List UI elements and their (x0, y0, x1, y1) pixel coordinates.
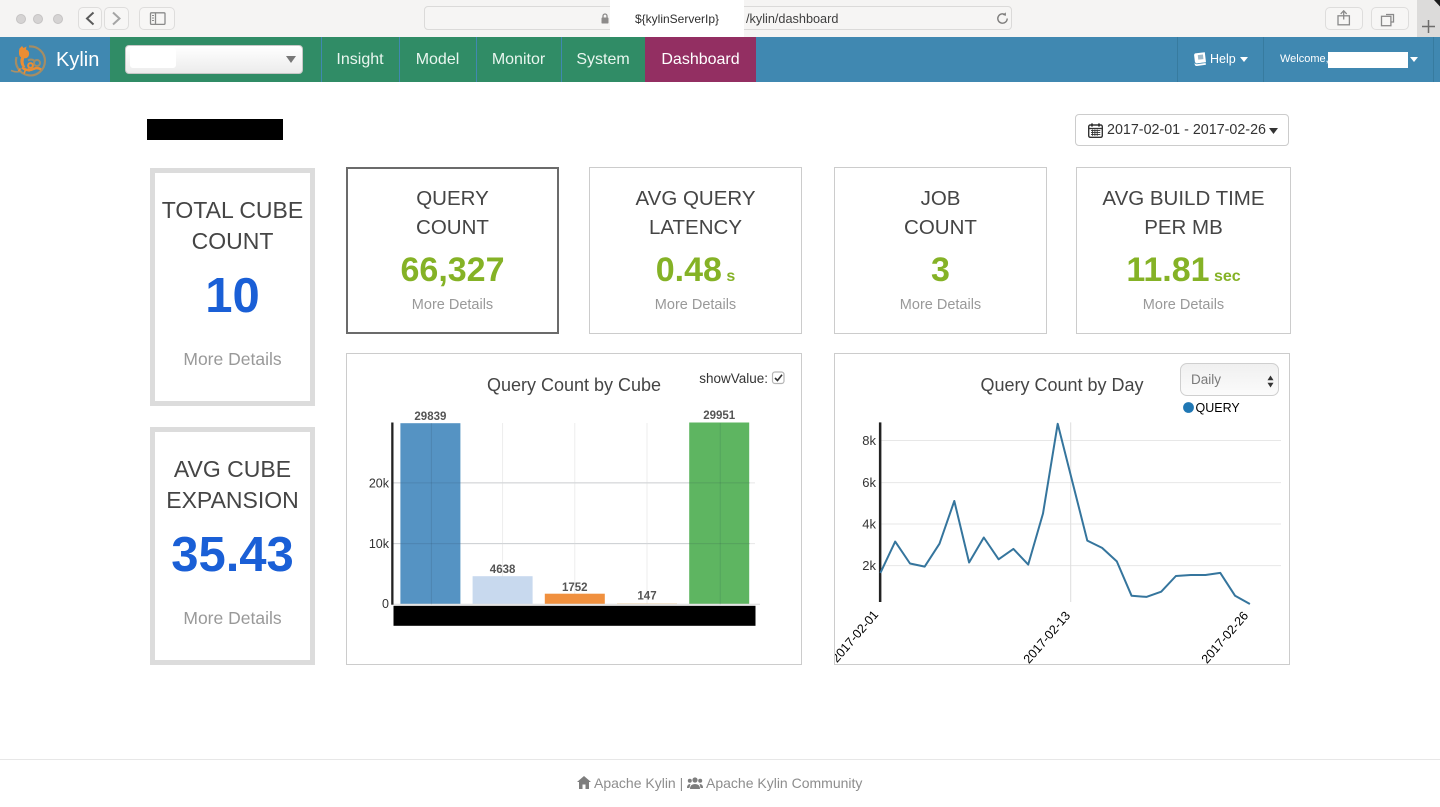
svg-text:8k: 8k (862, 433, 876, 448)
svg-text:20k: 20k (369, 476, 390, 490)
svg-text:147: 147 (637, 590, 656, 602)
svg-text:showValue:: showValue: (699, 371, 768, 386)
svg-text:QUERY: QUERY (1196, 401, 1241, 415)
svg-text:2k: 2k (862, 558, 876, 573)
svg-text:0: 0 (382, 597, 389, 611)
svg-text:2017-02-13: 2017-02-13 (1021, 609, 1074, 664)
svg-text:29951: 29951 (703, 410, 736, 422)
svg-text:Query Count by Day: Query Count by Day (980, 375, 1143, 395)
svg-text:2017-02-01: 2017-02-01 (835, 608, 881, 664)
svg-text:4k: 4k (862, 517, 876, 532)
svg-text:29839: 29839 (414, 411, 446, 423)
svg-text:1752: 1752 (562, 582, 588, 594)
svg-text:Query Count by Cube: Query Count by Cube (487, 375, 661, 395)
svg-text:4638: 4638 (490, 564, 516, 576)
svg-text:6k: 6k (862, 475, 876, 490)
svg-text:10k: 10k (369, 537, 390, 551)
svg-text:2017-02-26: 2017-02-26 (1199, 609, 1252, 664)
